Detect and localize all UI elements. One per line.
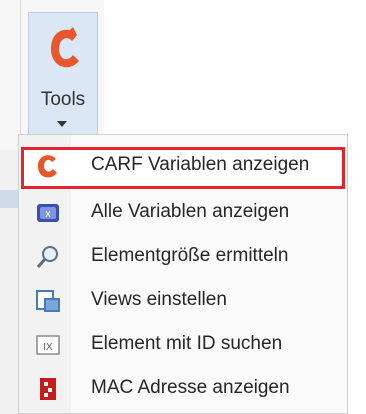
menu-item-alle-variablen[interactable]: x Alle Variablen anzeigen xyxy=(19,191,347,235)
ribbon-separator xyxy=(20,0,21,150)
magnifier-icon xyxy=(36,246,58,268)
carf-logo-icon xyxy=(38,155,57,178)
menu-item-label: Elementgröße ermitteln xyxy=(91,245,289,266)
svg-text:x: x xyxy=(45,208,51,220)
carf-logo-icon xyxy=(51,27,79,68)
views-icon xyxy=(36,290,60,312)
menu-item-views[interactable]: Views einstellen xyxy=(19,279,347,323)
tools-dropdown-menu: CARF Variablen anzeigen x Alle Variablen… xyxy=(18,134,348,414)
menu-item-carf-variablen[interactable]: CARF Variablen anzeigen xyxy=(19,141,347,189)
variables-icon: x xyxy=(37,204,59,222)
find-id-icon: IX xyxy=(36,335,60,355)
menu-item-label: Element mit ID suchen xyxy=(91,333,283,354)
menu-item-label: CARF Variablen anzeigen xyxy=(91,154,310,175)
menu-item-label: MAC Adresse anzeigen xyxy=(91,377,290,398)
menu-item-label: Alle Variablen anzeigen xyxy=(91,201,290,222)
menu-item-mac-adresse[interactable]: MAC Adresse anzeigen xyxy=(19,367,347,411)
ribbon-empty-area xyxy=(104,0,366,150)
tools-label: Tools xyxy=(40,89,86,110)
menu-item-element-id[interactable]: IX Element mit ID suchen xyxy=(19,323,347,367)
tools-button[interactable]: Tools xyxy=(28,12,98,138)
svg-text:IX: IX xyxy=(43,342,53,353)
chevron-down-icon xyxy=(57,121,67,127)
menu-item-elementgroesse[interactable]: Elementgröße ermitteln xyxy=(19,235,347,279)
menu-item-label: Views einstellen xyxy=(91,289,227,310)
left-strip xyxy=(0,150,18,414)
mac-address-icon xyxy=(40,378,56,400)
